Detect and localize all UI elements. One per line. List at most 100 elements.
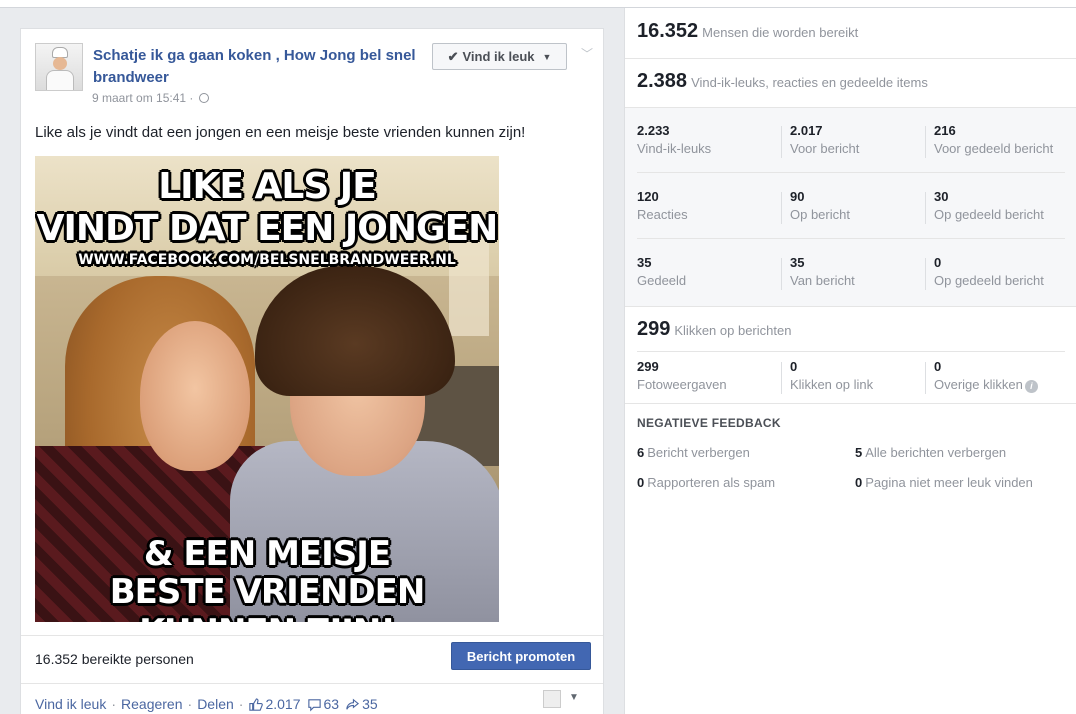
- divider: [925, 192, 926, 224]
- page-avatar[interactable]: [35, 43, 83, 91]
- stat-value: 0: [934, 255, 942, 270]
- timestamp-text: 9 maart om 15:41 ·: [92, 91, 194, 105]
- other-clicks: 0 Overige klikken i: [934, 358, 1038, 394]
- stat-label: Overige klikken: [934, 377, 1023, 392]
- stat-value: 120: [637, 189, 659, 204]
- globe-icon: [198, 93, 209, 103]
- comments-on-post: 90 Op bericht: [790, 188, 850, 224]
- negative-unlike-page: 0 Pagina niet meer leuk vinden: [855, 475, 1033, 490]
- negative-spam: 0 Rapporteren als spam: [637, 475, 775, 490]
- share-action-link[interactable]: Delen: [197, 696, 234, 712]
- photo-window: [449, 236, 489, 336]
- stat-label: Op gedeeld bericht: [934, 273, 1044, 288]
- share-count[interactable]: 35: [345, 696, 378, 712]
- stat-label: Gedeeld: [637, 273, 687, 288]
- comment-count[interactable]: 63: [307, 696, 339, 712]
- shares-of-post: 35 Van bericht: [790, 254, 855, 290]
- post-as-avatar[interactable]: [543, 690, 561, 708]
- stat-value: 2.017: [790, 123, 823, 138]
- negative-hide-all: 5 Alle berichten verbergen: [855, 445, 1006, 460]
- meme-line-4: BESTE VRIENDEN KUNNEN ZIJN!: [109, 572, 426, 622]
- post-timestamp[interactable]: 9 maart om 15:41 ·: [92, 91, 209, 105]
- stat-value: 0: [855, 475, 863, 490]
- stat-label-with-info: Overige klikken i: [934, 376, 1038, 394]
- reach-count[interactable]: 16.352 bereikte personen: [35, 651, 194, 667]
- post-actions: Vind ik leuk · Reageren · Delen · 2.017 …: [35, 696, 384, 712]
- reached-label: Mensen die worden bereikt: [702, 25, 859, 40]
- comments-total: 120 Reacties: [637, 188, 688, 224]
- share-count-value: 35: [362, 696, 378, 712]
- divider: [625, 403, 1076, 404]
- post-insights-panel: 16.352 Mensen die worden bereikt 2.388 Vin…: [624, 8, 1076, 714]
- chef-body-shape: [46, 70, 74, 90]
- photo-girl-face: [140, 321, 250, 471]
- stat-value: 0: [934, 359, 942, 374]
- link-clicks: 0 Klikken op link: [790, 358, 873, 394]
- reached-stat: 16.352 Mensen die worden bereikt: [637, 20, 858, 43]
- like-count-value: 2.017: [265, 696, 301, 712]
- divider: [925, 126, 926, 158]
- photo-boy-hair: [255, 266, 455, 396]
- stat-label: Voor bericht: [790, 141, 860, 156]
- separator-dot: ·: [238, 696, 244, 712]
- negative-hide-post: 6 Bericht verbergen: [637, 445, 750, 460]
- stat-label: Rapporteren als spam: [647, 475, 776, 490]
- photo-views: 299 Fotoweergaven: [637, 358, 727, 394]
- stat-value: 0: [790, 359, 798, 374]
- stat-label: Vind-ik-leuks: [637, 141, 712, 156]
- separator-dot: ·: [187, 696, 193, 712]
- meme-line-1: LIKE ALS JE: [158, 166, 377, 207]
- post-as-caret-icon[interactable]: ▼: [569, 692, 579, 703]
- divider: [637, 238, 1065, 239]
- clicks-stat: 299 Klikken op berichten: [637, 318, 791, 341]
- like-page-label: Vind ik leuk: [462, 49, 535, 64]
- divider: [625, 58, 1076, 59]
- like-action-link[interactable]: Vind ik leuk: [35, 696, 106, 712]
- divider: [925, 258, 926, 290]
- likes-on-post: 2.017 Voor bericht: [790, 122, 859, 158]
- likes-total: 2.233 Vind-ik-leuks: [637, 122, 711, 158]
- stat-label: Op gedeeld bericht: [934, 207, 1044, 222]
- meme-line-2: VINDT DAT EEN JONGEN: [36, 208, 499, 249]
- divider: [21, 635, 603, 636]
- promote-post-button[interactable]: Bericht promoten: [451, 642, 591, 670]
- separator-dot: ·: [111, 696, 117, 712]
- divider: [781, 126, 782, 158]
- stat-label: Pagina niet meer leuk vinden: [865, 475, 1033, 490]
- info-icon[interactable]: i: [1024, 380, 1038, 393]
- likes-on-shares: 216 Voor gedeeld bericht: [934, 122, 1053, 158]
- post-text: Like als je vindt dat een jongen en een …: [35, 124, 526, 141]
- post-options-chevron-icon[interactable]: ﹀: [581, 45, 593, 62]
- like-count[interactable]: 2.017: [248, 696, 301, 712]
- shares-of-shares: 0 Op gedeeld bericht: [934, 254, 1044, 290]
- thumbs-up-icon: [249, 697, 264, 711]
- post-photo[interactable]: LIKE ALS JE VINDT DAT EEN JONGEN WWW.FAC…: [35, 156, 499, 622]
- stat-label: Alle berichten verbergen: [865, 445, 1007, 460]
- engagement-value: 2.388: [637, 70, 688, 92]
- stat-value: 30: [934, 189, 949, 204]
- chef-face-shape: [53, 57, 67, 70]
- stat-value: 35: [790, 255, 805, 270]
- stat-value: 35: [637, 255, 652, 270]
- stat-label: Bericht verbergen: [647, 445, 750, 460]
- clicks-label: Klikken op berichten: [674, 323, 792, 338]
- divider: [625, 107, 1076, 108]
- stat-value: 299: [637, 359, 659, 374]
- divider: [781, 258, 782, 290]
- share-icon: [346, 698, 360, 709]
- divider: [781, 362, 782, 394]
- like-page-button[interactable]: ✔ Vind ik leuk ▼: [432, 43, 567, 70]
- stat-label: Fotoweergaven: [637, 377, 727, 392]
- top-bar: [0, 0, 1076, 8]
- engagement-stat: 2.388 Vind-ik-leuks, reacties en gedeelde…: [637, 70, 928, 93]
- stat-label: Op bericht: [790, 207, 850, 222]
- post-header: Schatje ik ga gaan koken , How Jong bel …: [35, 43, 593, 113]
- divider: [637, 351, 1065, 352]
- page-name-link[interactable]: Schatje ik ga gaan koken , How Jong bel …: [93, 45, 423, 89]
- clicks-value: 299: [637, 318, 671, 340]
- comments-on-shares: 30 Op gedeeld bericht: [934, 188, 1044, 224]
- dropdown-caret-icon: ▼: [542, 51, 552, 62]
- comment-action-link[interactable]: Reageren: [121, 696, 183, 712]
- stat-value: 5: [855, 445, 863, 460]
- reached-value: 16.352: [637, 20, 699, 42]
